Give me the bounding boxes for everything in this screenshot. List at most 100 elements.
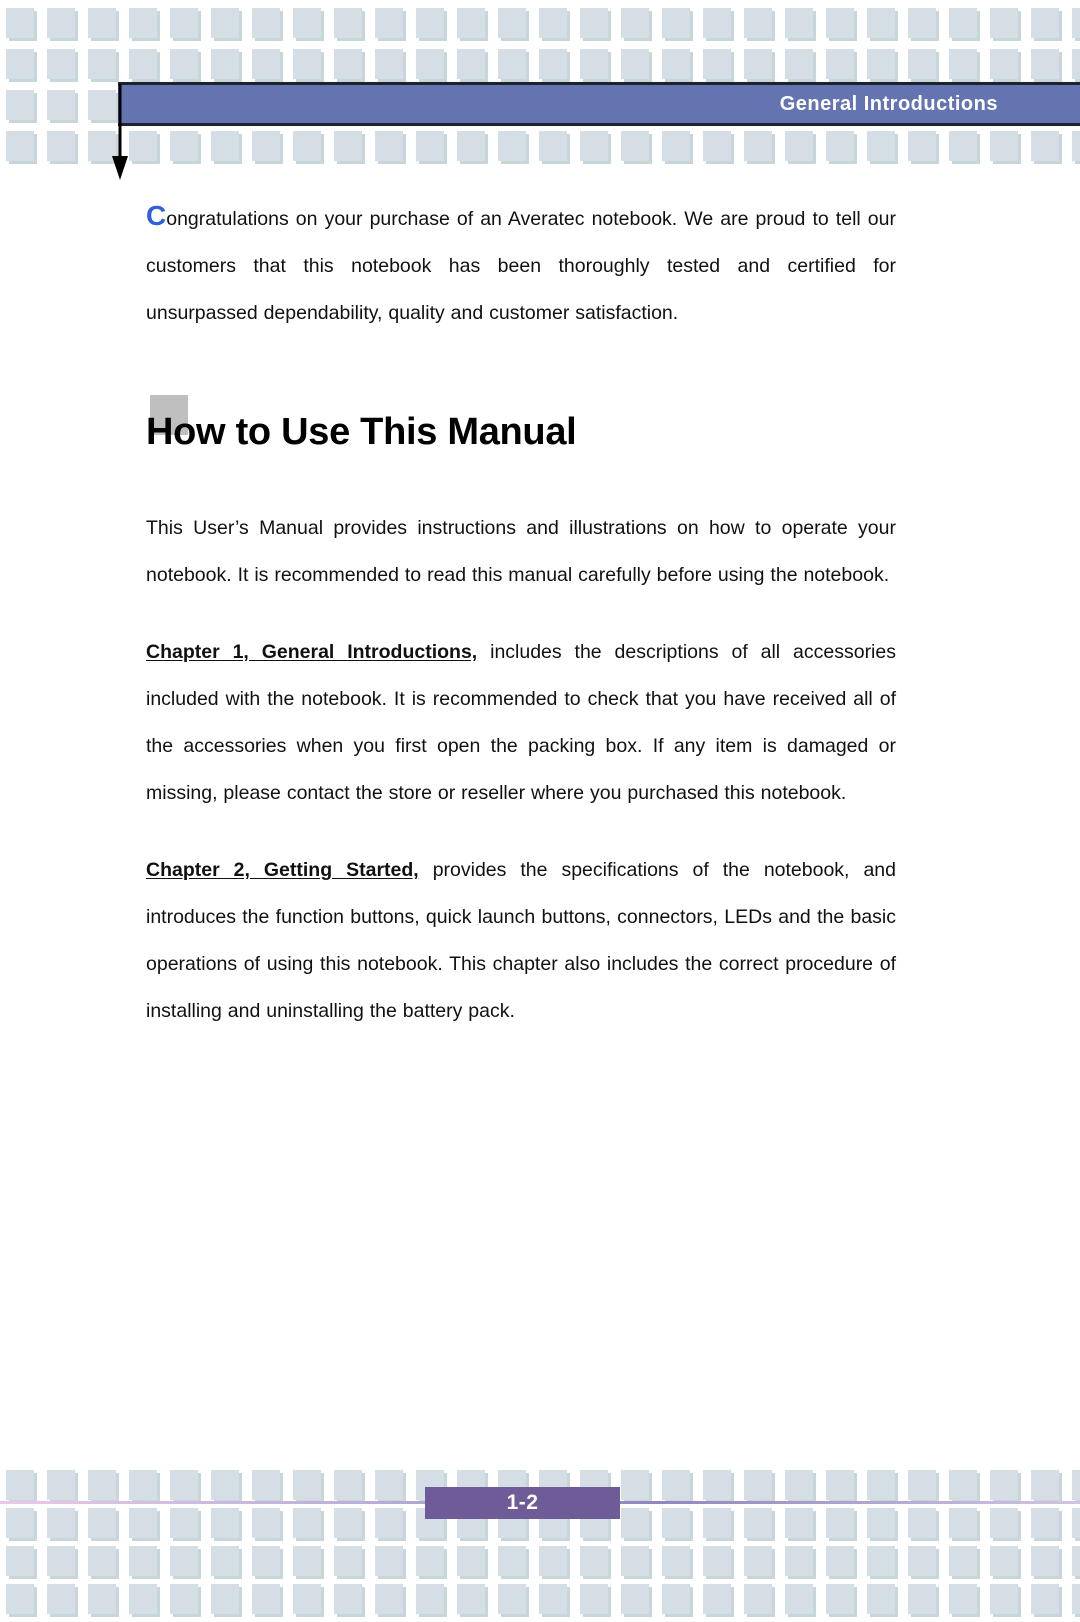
decorative-square [375, 131, 403, 161]
decorative-square [785, 49, 813, 79]
decorative-square-row [0, 131, 1080, 172]
decorative-square [88, 1584, 116, 1614]
intro-text: ongratulations on your purchase of an Av… [146, 208, 896, 324]
decorative-square [129, 8, 157, 38]
decorative-square [990, 1508, 1018, 1538]
decorative-square [908, 1508, 936, 1538]
decorative-square [416, 131, 444, 161]
decorative-square [1072, 1546, 1080, 1576]
decorative-square [744, 1508, 772, 1538]
decorative-square [47, 131, 75, 161]
decorative-square [744, 1584, 772, 1614]
decorative-square [662, 131, 690, 161]
chapter-2-reference: Chapter 2, Getting Started, [146, 859, 419, 881]
decorative-square [990, 1470, 1018, 1500]
decorative-square [47, 1508, 75, 1538]
decorative-square [662, 1470, 690, 1500]
section-paragraph-2-text: includes the descriptions of all accesso… [146, 641, 896, 804]
decorative-square [293, 1546, 321, 1576]
decorative-square [949, 8, 977, 38]
decorative-square [47, 90, 75, 120]
decorative-square [867, 1546, 895, 1576]
decorative-square [826, 131, 854, 161]
decorative-square-row [0, 1546, 1080, 1587]
down-arrow-icon [112, 84, 128, 180]
decorative-square [826, 8, 854, 38]
decorative-square [293, 49, 321, 79]
decorative-square [457, 49, 485, 79]
decorative-square [6, 1470, 34, 1500]
decorative-square [949, 1546, 977, 1576]
decorative-square [293, 1470, 321, 1500]
decorative-square [703, 131, 731, 161]
decorative-square [662, 49, 690, 79]
decorative-square [293, 8, 321, 38]
decorative-square [580, 8, 608, 38]
decorative-square [498, 8, 526, 38]
decorative-square [334, 8, 362, 38]
decorative-square [47, 1470, 75, 1500]
decorative-square [908, 131, 936, 161]
decorative-square [211, 8, 239, 38]
decorative-square [334, 1508, 362, 1538]
decorative-square [949, 1584, 977, 1614]
section-heading-block: How to Use This Manual [146, 395, 896, 459]
decorative-square [826, 1508, 854, 1538]
decorative-square [6, 90, 34, 120]
decorative-square [6, 1508, 34, 1538]
decorative-square [621, 1584, 649, 1614]
decorative-square [170, 1584, 198, 1614]
decorative-square [375, 1508, 403, 1538]
decorative-square [990, 8, 1018, 38]
chapter-header-title: General Introductions [779, 92, 998, 115]
decorative-square [949, 1470, 977, 1500]
decorative-square [539, 131, 567, 161]
decorative-square [334, 131, 362, 161]
decorative-square [47, 49, 75, 79]
decorative-square [621, 131, 649, 161]
decorative-square [1031, 8, 1059, 38]
decorative-square [375, 1470, 403, 1500]
decorative-square [785, 1546, 813, 1576]
decorative-square [498, 1584, 526, 1614]
decorative-square [334, 1470, 362, 1500]
decorative-square [539, 8, 567, 38]
decorative-square [211, 1584, 239, 1614]
decorative-square [580, 1584, 608, 1614]
decorative-square [621, 1546, 649, 1576]
decorative-square [662, 8, 690, 38]
decorative-square [457, 8, 485, 38]
decorative-square [375, 8, 403, 38]
decorative-square [6, 8, 34, 38]
intro-dropcap: C [146, 200, 167, 231]
decorative-square [6, 49, 34, 79]
decorative-square [129, 131, 157, 161]
decorative-square [949, 49, 977, 79]
decorative-square [252, 131, 280, 161]
decorative-square [539, 1546, 567, 1576]
decorative-square [867, 1584, 895, 1614]
decorative-square [252, 8, 280, 38]
decorative-square [457, 131, 485, 161]
decorative-square [375, 49, 403, 79]
decorative-square [47, 1546, 75, 1576]
section-paragraph-2: Chapter 1, General Introductions, includ… [146, 629, 896, 817]
decorative-square [1031, 1546, 1059, 1576]
decorative-square [908, 49, 936, 79]
decorative-square [867, 8, 895, 38]
decorative-square [375, 1546, 403, 1576]
decorative-square [88, 1546, 116, 1576]
decorative-square [990, 1584, 1018, 1614]
decorative-square [867, 1508, 895, 1538]
decorative-square [252, 49, 280, 79]
decorative-square [1031, 1470, 1059, 1500]
decorative-square [170, 8, 198, 38]
decorative-square [867, 131, 895, 161]
decorative-square [170, 1470, 198, 1500]
decorative-square [252, 1508, 280, 1538]
decorative-square [1072, 8, 1080, 38]
decorative-square [1072, 131, 1080, 161]
decorative-square-row [0, 1584, 1080, 1622]
decorative-square [621, 8, 649, 38]
page-content: Congratulations on your purchase of an A… [146, 196, 896, 1035]
